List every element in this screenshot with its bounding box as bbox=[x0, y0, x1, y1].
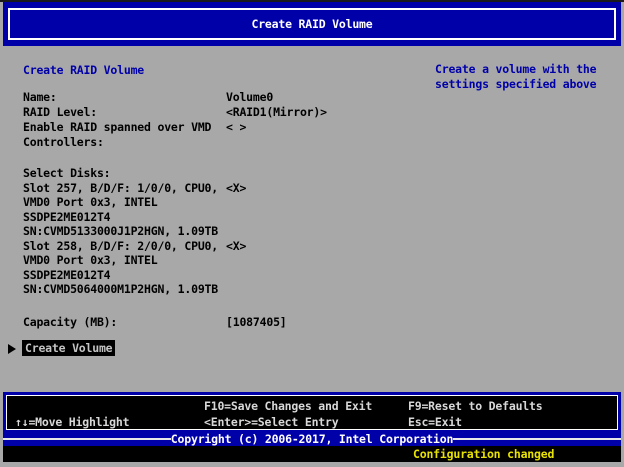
disk-258-label: Slot 258, B/D/F: 2/0/0, CPU0, bbox=[23, 239, 218, 253]
vmd-span-checkbox[interactable]: < > bbox=[226, 120, 246, 134]
disk-258-port-label: VMD0 Port 0x3, INTEL bbox=[23, 253, 157, 267]
copyright-rule-left bbox=[3, 438, 171, 440]
form-row-disk-257-serial: SN:CVMD5133000J1P2HGN, 1.09TB bbox=[0, 224, 430, 239]
controllers-label: Controllers: bbox=[23, 135, 104, 149]
form-row-controllers: Controllers: bbox=[0, 135, 430, 150]
copyright-rule-right bbox=[453, 438, 621, 440]
title-bar: Create RAID Volume bbox=[3, 2, 621, 46]
name-field[interactable]: Volume0 bbox=[226, 90, 273, 104]
form-row-disk-257-model: SSDPE2ME012T4 bbox=[0, 210, 430, 225]
disk-257-port-label: VMD0 Port 0x3, INTEL bbox=[23, 195, 157, 209]
window-title: Create RAID Volume bbox=[251, 17, 372, 31]
status-message: Configuration changed bbox=[413, 447, 554, 461]
form-row-capacity: Capacity (MB): [1087405] bbox=[0, 315, 430, 330]
vmd-span-label: Enable RAID spanned over VMD bbox=[23, 120, 211, 134]
footer-bar: F10=Save Changes and Exit F9=Reset to De… bbox=[3, 392, 621, 446]
capacity-field[interactable]: [1087405] bbox=[226, 315, 287, 329]
hint-reset-defaults: F9=Reset to Defaults bbox=[408, 399, 542, 413]
disk-257-checkbox[interactable]: <X> bbox=[226, 181, 246, 195]
form-row-select-disks: Select Disks: bbox=[0, 166, 430, 181]
selection-arrow-icon bbox=[8, 344, 16, 354]
disk-258-checkbox[interactable]: <X> bbox=[226, 239, 246, 253]
capacity-label: Capacity (MB): bbox=[23, 315, 117, 329]
key-hints-box: F10=Save Changes and Exit F9=Reset to De… bbox=[6, 395, 618, 430]
form-row-name: Name: Volume0 bbox=[0, 90, 430, 105]
raid-level-label: RAID Level: bbox=[23, 105, 97, 119]
disk-257-model-label: SSDPE2ME012T4 bbox=[23, 210, 110, 224]
form-row-disk-258-model: SSDPE2ME012T4 bbox=[0, 268, 430, 283]
raid-level-field[interactable]: <RAID1(Mirror)> bbox=[226, 105, 327, 119]
disk-258-serial-label: SN:CVMD5064000M1P2HGN, 1.09TB bbox=[23, 282, 218, 296]
hint-select-entry: <Enter>=Select Entry bbox=[204, 415, 338, 429]
disk-257-serial-label: SN:CVMD5133000J1P2HGN, 1.09TB bbox=[23, 224, 218, 238]
title-border-box: Create RAID Volume bbox=[8, 8, 616, 40]
form-row-disk-258: Slot 258, B/D/F: 2/0/0, CPU0, <X> bbox=[0, 239, 430, 254]
form-row-disk-257: Slot 257, B/D/F: 1/0/0, CPU0, <X> bbox=[0, 181, 430, 196]
name-label: Name: bbox=[23, 90, 57, 104]
help-text-line1: Create a volume with the bbox=[435, 62, 620, 77]
form-row-disk-258-detail: VMD0 Port 0x3, INTEL bbox=[0, 253, 430, 268]
create-volume-row: Create Volume bbox=[0, 341, 300, 357]
hint-esc-exit: Esc=Exit bbox=[408, 415, 462, 429]
form-row-raid-level: RAID Level: <RAID1(Mirror)> bbox=[0, 105, 430, 120]
copyright-text: Copyright (c) 2006-2017, Intel Corporati… bbox=[171, 432, 453, 446]
help-panel: Create a volume with the settings specif… bbox=[435, 62, 620, 91]
page-title: Create RAID Volume bbox=[23, 63, 144, 77]
hint-move-highlight: ↑↓=Move Highlight bbox=[15, 415, 129, 429]
help-text-line2: settings specified above bbox=[435, 77, 620, 92]
disk-258-model-label: SSDPE2ME012T4 bbox=[23, 268, 110, 282]
form-row-vmd-span: Enable RAID spanned over VMD < > bbox=[0, 120, 430, 135]
status-bar: Configuration changed bbox=[3, 446, 621, 462]
select-disks-label: Select Disks: bbox=[23, 166, 110, 180]
form-row-disk-257-detail: VMD0 Port 0x3, INTEL bbox=[0, 195, 430, 210]
create-volume-button[interactable]: Create Volume bbox=[22, 340, 115, 356]
disk-257-label: Slot 257, B/D/F: 1/0/0, CPU0, bbox=[23, 181, 218, 195]
copyright-row: Copyright (c) 2006-2017, Intel Corporati… bbox=[3, 432, 621, 446]
form-row-disk-258-serial: SN:CVMD5064000M1P2HGN, 1.09TB bbox=[0, 282, 430, 297]
hint-save-changes: F10=Save Changes and Exit bbox=[204, 399, 372, 413]
